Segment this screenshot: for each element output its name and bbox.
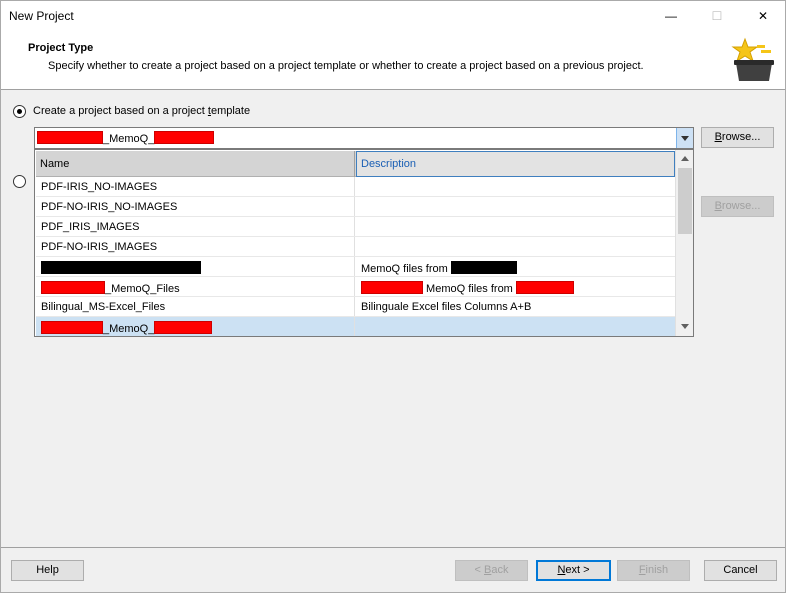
list-item-selected[interactable]: _MemoQ_ [36, 317, 675, 336]
new-project-window: New Project — ☐ ✕ Project Type Specify w… [0, 0, 786, 593]
help-button[interactable]: Help [11, 560, 84, 581]
redaction [41, 321, 103, 334]
chevron-down-icon[interactable] [676, 128, 693, 148]
redaction [450, 261, 517, 274]
cancel-button[interactable]: Cancel [704, 560, 777, 581]
list-item[interactable]: PDF-NO-IRIS_IMAGES [36, 237, 675, 257]
cell-description [356, 197, 675, 216]
previous-project-option-radio[interactable] [13, 175, 26, 188]
cell-name [36, 257, 355, 276]
template-option-radio[interactable] [13, 105, 26, 118]
cell-description [356, 177, 675, 196]
cell-name: PDF-NO-IRIS_IMAGES [36, 237, 355, 256]
template-combobox[interactable]: _MemoQ_ [34, 127, 694, 149]
list-item[interactable]: MemoQ files from [36, 257, 675, 277]
grid-header: Name Description [36, 151, 675, 177]
star-basket-icon [731, 37, 774, 81]
cell-name: PDF-NO-IRIS_NO-IMAGES [36, 197, 355, 216]
column-header-description[interactable]: Description [356, 151, 675, 177]
browse-template-button[interactable]: Browse... [701, 127, 774, 148]
footer-divider [1, 547, 785, 548]
scroll-thumb[interactable] [678, 168, 692, 234]
browse-previous-button: Browse... [701, 196, 774, 217]
cell-description: MemoQ files from [356, 277, 675, 296]
redaction [37, 131, 103, 144]
cell-description [356, 217, 675, 236]
cell-name: _MemoQ_Files [36, 277, 355, 296]
column-header-name[interactable]: Name [36, 151, 355, 177]
redaction [515, 281, 574, 294]
minimize-icon[interactable]: — [648, 1, 694, 31]
title-bar: New Project — ☐ ✕ [1, 1, 785, 31]
cell-description [356, 317, 675, 336]
next-button[interactable]: Next > [536, 560, 611, 581]
page-description: Specify whether to create a project base… [48, 60, 644, 72]
wizard-header: Project Type Specify whether to create a… [1, 31, 785, 90]
finish-button: Finish [617, 560, 690, 581]
cell-description: Bilinguale Excel files Columns A+B [361, 301, 532, 313]
cell-name: PDF_IRIS_IMAGES [36, 217, 355, 236]
back-button: < Back [455, 560, 528, 581]
scroll-up-icon[interactable] [677, 151, 693, 167]
template-option-label[interactable]: Create a project based on a project temp… [33, 105, 250, 117]
maximize-icon: ☐ [711, 9, 723, 23]
redaction [154, 131, 215, 144]
combo-value: _MemoQ_ [37, 131, 215, 145]
scroll-down-icon[interactable] [677, 319, 693, 335]
redaction [41, 261, 201, 274]
redaction [154, 321, 213, 334]
redaction [41, 281, 105, 294]
cell-name: _MemoQ_ [36, 317, 355, 336]
template-dropdown-list[interactable]: Name Description PDF-IRIS_NO-IMAGES PDF-… [34, 149, 694, 337]
list-item[interactable]: Bilingual_MS-Excel_Files Bilinguale Exce… [36, 297, 675, 317]
close-icon[interactable]: ✕ [740, 1, 786, 31]
cell-name: Bilingual_MS-Excel_Files [36, 297, 355, 316]
list-item[interactable]: PDF-IRIS_NO-IMAGES [36, 177, 675, 197]
cell-description [356, 237, 675, 256]
vertical-scrollbar[interactable] [675, 150, 693, 336]
list-item[interactable]: PDF_IRIS_IMAGES [36, 217, 675, 237]
cell-description: MemoQ files from [356, 257, 675, 276]
list-item[interactable]: _MemoQ_Files MemoQ files from [36, 277, 675, 297]
page-title: Project Type [28, 42, 94, 54]
cell-name: PDF-IRIS_NO-IMAGES [36, 177, 355, 196]
redaction [361, 281, 423, 294]
window-title: New Project [9, 9, 74, 23]
list-item[interactable]: PDF-NO-IRIS_NO-IMAGES [36, 197, 675, 217]
